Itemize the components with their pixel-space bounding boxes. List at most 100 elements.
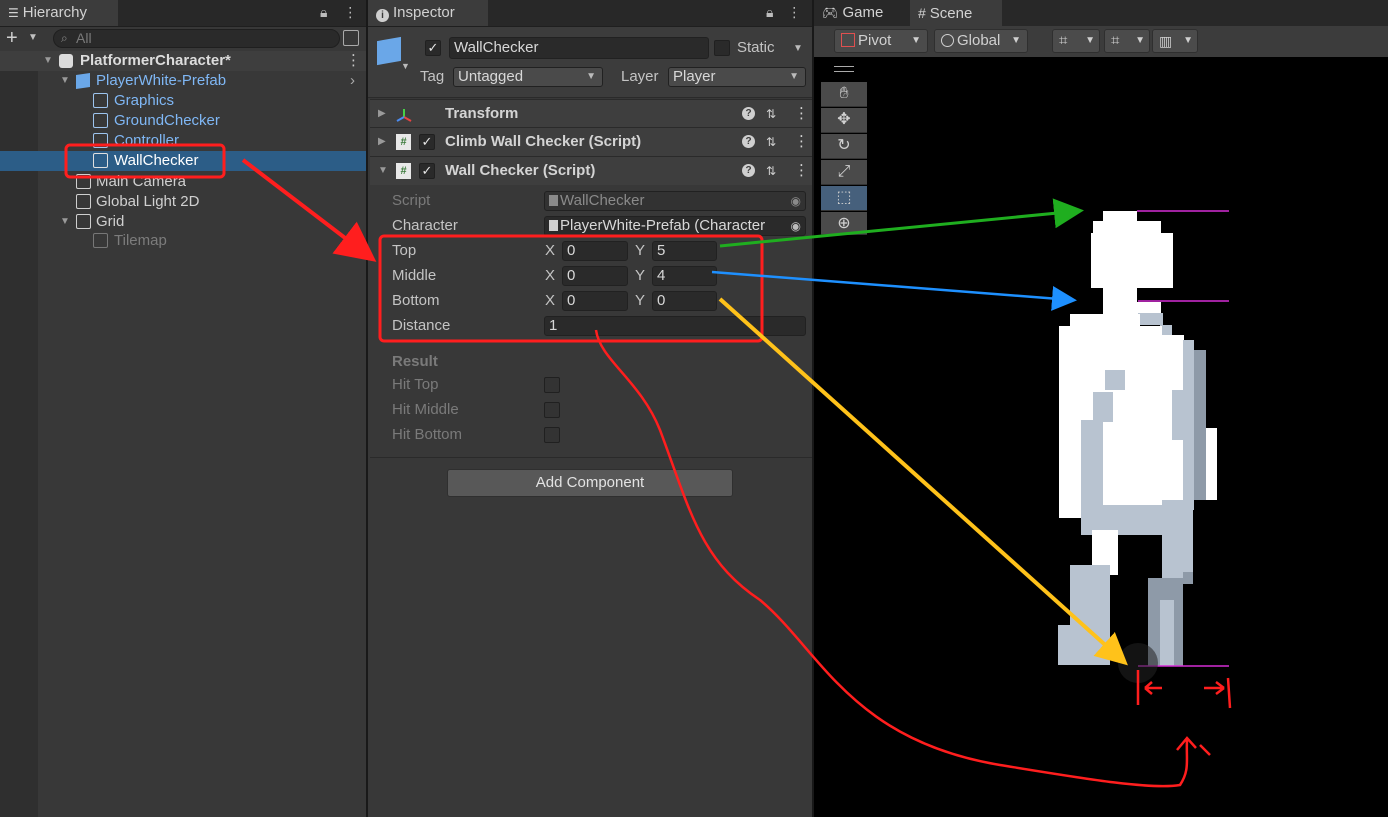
expand-arrow-icon[interactable]: ▼	[60, 212, 72, 232]
list-item[interactable]: ▼ PlayerWhite-Prefab ›	[0, 71, 366, 91]
expand-arrow-icon[interactable]: ▼	[60, 71, 72, 91]
preset-icon[interactable]: ⇅	[766, 157, 776, 185]
top-x-input[interactable]: 0	[562, 241, 628, 261]
chevron-down-icon[interactable]: ▼	[401, 61, 410, 71]
kebab-icon[interactable]: ⋮	[794, 157, 809, 185]
grid-icon: #	[918, 5, 926, 21]
chevron-down-icon: ▼	[586, 71, 596, 82]
kebab-icon[interactable]: ⋮	[794, 128, 809, 156]
tool-palette-handle[interactable]	[834, 66, 854, 72]
inspector-header: ▼ ✓ WallChecker Static ▼ Tag Untagged ▼ …	[368, 27, 812, 98]
hand-tool-button[interactable]: ✋︎	[821, 82, 867, 107]
chevron-down-icon[interactable]: ▼	[793, 43, 803, 54]
script-icon: #	[396, 134, 411, 150]
help-icon[interactable]: ?	[742, 164, 755, 177]
inspector-tabbar: i Inspector 🔒︎ ⋮	[368, 0, 812, 27]
add-icon[interactable]: +	[6, 27, 18, 49]
component-transform[interactable]: ▶ Transform ? ⇅ ⋮	[370, 99, 812, 128]
tag-dropdown[interactable]: Untagged ▼	[453, 67, 603, 87]
add-component-button[interactable]: Add Component	[447, 469, 733, 497]
pivot-dropdown[interactable]: Pivot ▼	[834, 29, 928, 53]
component-climb-wall-checker[interactable]: ▶ # ✓ Climb Wall Checker (Script) ? ⇅ ⋮	[370, 127, 812, 156]
list-item[interactable]: Global Light 2D	[0, 192, 366, 212]
chevron-right-icon[interactable]: ›	[350, 71, 355, 91]
middle-x-input[interactable]: 0	[562, 266, 628, 286]
chevron-down-icon[interactable]: ▼	[28, 32, 38, 43]
lock-icon[interactable]: 🔒︎	[766, 4, 773, 20]
character-field[interactable]: PlayerWhite-Prefab (Character ◉	[544, 216, 806, 236]
scene-root-row[interactable]: ▼ PlatformerCharacter* ⋮	[0, 51, 366, 71]
move-tool-button[interactable]: ✥	[821, 108, 867, 133]
top-y-input[interactable]: 5	[652, 241, 717, 261]
help-icon[interactable]: ?	[742, 107, 755, 120]
scene-panel: 🎮︎ Game # Scene	[814, 0, 1388, 817]
help-icon[interactable]: ?	[742, 135, 755, 148]
search-placeholder: All	[76, 30, 92, 46]
list-item[interactable]: Main Camera	[0, 172, 366, 192]
inspector-divider	[370, 457, 812, 458]
search-input[interactable]: ⌕ All	[53, 29, 340, 48]
search-icon: ⌕	[61, 31, 68, 45]
expand-arrow-icon[interactable]: ▼	[378, 157, 390, 185]
tab-inspector[interactable]: i Inspector	[368, 0, 488, 26]
inspector-tab-icons: 🔒︎ ⋮	[766, 4, 801, 21]
gameobject-icon[interactable]	[377, 36, 401, 66]
transform-tool-icon: ⊕	[837, 215, 851, 232]
hand-icon: ✋︎	[839, 85, 849, 102]
list-item[interactable]: Controller	[0, 131, 366, 149]
kebab-icon[interactable]: ⋮	[343, 4, 357, 20]
component-enabled-checkbox[interactable]: ✓	[419, 134, 435, 150]
expand-arrow-icon[interactable]: ▶	[378, 128, 390, 156]
list-item[interactable]: GroundChecker	[0, 111, 366, 131]
chevron-down-icon: ▼	[1011, 35, 1021, 46]
hit-bottom-checkbox	[544, 427, 560, 443]
global-dropdown[interactable]: Global ▼	[934, 29, 1028, 53]
cube-icon	[76, 194, 91, 209]
layer-dropdown[interactable]: Player ▼	[668, 67, 806, 87]
list-item[interactable]: Tilemap	[0, 231, 366, 251]
component-enabled-checkbox[interactable]: ✓	[419, 163, 435, 179]
bottom-y-input[interactable]: 0	[652, 291, 717, 311]
chevron-down-icon: ▼	[789, 71, 799, 82]
active-checkbox[interactable]: ✓	[425, 40, 441, 56]
distance-input[interactable]: 1	[544, 316, 806, 336]
result-heading: Result	[392, 353, 438, 370]
tab-game[interactable]: 🎮︎ Game	[814, 0, 904, 26]
script-label: Script	[392, 192, 431, 209]
expand-arrow-icon[interactable]: ▶	[378, 100, 390, 128]
preset-icon[interactable]: ⇅	[766, 128, 776, 156]
cube-icon	[76, 174, 91, 189]
preset-icon[interactable]: ⇅	[766, 100, 776, 128]
middle-y-input[interactable]: 4	[652, 266, 717, 286]
rotate-tool-button[interactable]: ↻	[821, 134, 867, 159]
list-item-selected[interactable]: WallChecker	[0, 151, 366, 171]
tab-scene[interactable]: # Scene	[910, 0, 1002, 26]
expand-arrow-icon[interactable]: ▼	[43, 51, 55, 71]
tab-hierarchy[interactable]: ☰ Hierarchy	[0, 0, 118, 26]
static-checkbox[interactable]	[714, 40, 730, 56]
ruler-button[interactable]: ▥ ▼	[1152, 29, 1198, 53]
info-icon: i	[376, 9, 389, 22]
scale-tool-button[interactable]: ⤢	[821, 160, 867, 185]
rect-icon: ⬚	[836, 189, 852, 206]
lock-icon[interactable]: 🔒︎	[320, 4, 327, 20]
object-name-input[interactable]: WallChecker	[449, 37, 709, 59]
prefab-icon	[76, 73, 90, 89]
transform-tool-button[interactable]: ⊕	[821, 212, 867, 235]
kebab-icon[interactable]: ⋮	[787, 4, 801, 20]
kebab-icon[interactable]: ⋮	[346, 51, 361, 71]
kebab-icon[interactable]: ⋮	[794, 100, 809, 128]
bottom-x-input[interactable]: 0	[562, 291, 628, 311]
rect-tool-button[interactable]: ⬚	[821, 186, 867, 211]
scene-visibility-icon[interactable]	[343, 30, 359, 46]
component-wall-checker[interactable]: ▼ # ✓ Wall Checker (Script) ? ⇅ ⋮	[370, 156, 812, 185]
grid-snap-button[interactable]: ⌗ ▼	[1052, 29, 1100, 53]
list-item[interactable]: ▼ Grid	[0, 212, 366, 232]
pivot-icon	[841, 33, 855, 47]
list-item[interactable]: Graphics	[0, 91, 366, 111]
script-icon: #	[396, 163, 411, 179]
hit-middle-label: Hit Middle	[392, 401, 459, 418]
transform-icon	[396, 106, 412, 122]
object-picker-icon[interactable]: ◉	[790, 217, 801, 235]
increment-snap-button[interactable]: ⌗ ▼	[1104, 29, 1150, 53]
